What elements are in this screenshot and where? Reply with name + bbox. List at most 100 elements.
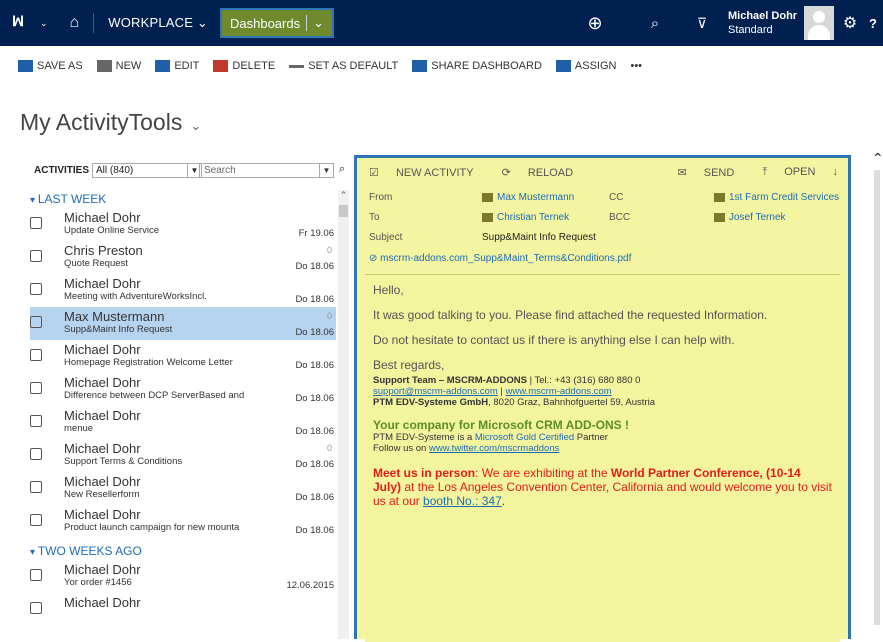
chevron-down-icon: ⌄	[313, 15, 325, 30]
item-name: Michael Dohr	[64, 441, 141, 456]
from-name: Max Mustermann	[497, 192, 575, 203]
reload-button[interactable]: ⟳ RELOAD	[502, 166, 588, 179]
signature-headline: Your company for Microsoft CRM ADD-ONS !	[373, 418, 630, 432]
booth-link[interactable]: booth No.: 347	[423, 494, 502, 508]
list-item[interactable]: Michael Dohr New Resellerform Do 18.06	[30, 472, 336, 505]
new-activity-icon: ☑	[369, 167, 379, 179]
meet-end: .	[501, 494, 506, 508]
list-item[interactable]: Michael Dohr Product launch campaign for …	[30, 505, 336, 538]
item-name: Michael Dohr	[64, 595, 141, 610]
list-scrollbar[interactable]: ⌃	[338, 190, 349, 639]
item-subject: Update Online Service	[64, 225, 160, 236]
two-weeks-items: Michael Dohr Yor order #1456 12.06.2015 Mic…	[30, 560, 336, 626]
cc-label: CC	[609, 192, 624, 203]
signature-address: , 8020 Graz, Bahnhofguertel 59, Austria	[488, 397, 655, 408]
item-name: Michael Dohr	[64, 276, 141, 291]
help-icon[interactable]: ?	[866, 0, 880, 46]
partner-post: Partner	[574, 432, 608, 443]
list-item[interactable]: Michael Dohr Yor order #1456 12.06.2015	[30, 560, 336, 593]
chevron-down-icon[interactable]: ⌄	[40, 18, 48, 29]
item-subject: menue	[64, 423, 94, 434]
item-date: Do 18.06	[295, 492, 334, 503]
activity-type-icon	[30, 569, 42, 581]
search-icon[interactable]: ⌕	[645, 0, 665, 46]
chevron-down-icon: ▼	[319, 164, 333, 177]
activities-label: ACTIVITIES	[34, 165, 90, 176]
item-date: Do 18.06	[295, 294, 334, 305]
signature-separator: |	[497, 386, 506, 397]
new-label: NEW	[115, 60, 142, 72]
share-dashboard-button[interactable]: SHARE DASHBOARD	[412, 60, 542, 72]
gear-icon[interactable]: ⚙	[840, 0, 860, 46]
create-plus-icon[interactable]: ⊕	[583, 0, 607, 46]
attachment-link[interactable]: ⊘ mscrm-addons.com_Supp&Maint_Terms&Cond…	[369, 253, 631, 264]
list-item[interactable]: Michael Dohr Meeting with AdventureWorksI…	[30, 274, 336, 307]
list-item[interactable]: Michael Dohr	[30, 593, 336, 626]
list-item[interactable]: Chris Preston Quote Request Do 18.06 0	[30, 241, 336, 274]
activity-type-icon	[30, 514, 42, 526]
from-value[interactable]: Max Mustermann	[482, 192, 574, 203]
new-button[interactable]: NEW	[96, 60, 142, 72]
list-item[interactable]: Michael Dohr menue Do 18.06	[30, 406, 336, 439]
item-subject: New Resellerform	[64, 489, 140, 500]
home-icon[interactable]: ⌂	[70, 14, 80, 32]
bcc-value[interactable]: Josef Ternek	[714, 212, 786, 223]
item-subject: Difference between DCP ServerBased and	[64, 390, 245, 401]
user-info[interactable]: Michael Dohr Standard	[728, 9, 797, 37]
list-item[interactable]: Michael Dohr Update Online Service Fr 19.0…	[30, 208, 336, 241]
save-as-icon	[18, 60, 33, 72]
attachment-count: 0	[326, 443, 332, 453]
signature-tel: | Tel.: +43 (316) 680 880 0	[526, 375, 641, 386]
set-default-button[interactable]: SET AS DEFAULT	[289, 60, 398, 72]
more-commands-button[interactable]: •••	[630, 60, 642, 72]
signature-web-link[interactable]: www.mscrm-addons.com	[506, 386, 612, 397]
send-button[interactable]: ✉ SEND	[663, 166, 734, 179]
open-label: OPEN	[784, 166, 816, 178]
delete-button[interactable]: DELETE	[213, 60, 275, 72]
list-item[interactable]: Michael Dohr Homepage Registration Welcom…	[30, 340, 336, 373]
edit-button[interactable]: EDIT	[155, 60, 199, 72]
pin-icon	[289, 64, 305, 68]
to-value[interactable]: Christian Ternek	[482, 212, 569, 223]
attachment-count: 0	[326, 245, 332, 255]
list-item[interactable]: Michael Dohr Support Terms & Conditions Do…	[30, 439, 336, 472]
scroll-thumb[interactable]	[874, 170, 880, 625]
advanced-find-icon[interactable]: ⊽	[692, 0, 712, 46]
scroll-up-icon[interactable]: ⌃	[872, 150, 883, 167]
page-scrollbar[interactable]: ⌃	[872, 150, 883, 639]
search-input[interactable]: Search ▼	[199, 163, 334, 178]
cc-value[interactable]: 1st Farm Credit Services	[714, 192, 839, 203]
partner-cert: Microsoft Gold Certified	[474, 432, 575, 443]
item-date: Do 18.06	[295, 426, 334, 437]
dynamics-logo-icon[interactable]: ꟽ	[12, 13, 36, 33]
item-subject: Supp&Maint Info Request	[64, 324, 173, 335]
share-label: SHARE DASHBOARD	[431, 60, 542, 72]
twitter-link[interactable]: www.twitter.com/mscrmaddons	[429, 443, 559, 454]
top-nav-bar: ꟽ ⌄ ⌂ WORKPLACE ⌄ Dashboards ⌄ ⊕ ⌕ ⊽ Mic…	[0, 0, 883, 46]
list-item[interactable]: Max Mustermann Supp&Maint Info Request Do …	[30, 307, 336, 340]
signature-email-link[interactable]: support@mscrm-addons.com	[373, 386, 498, 397]
activities-list: LAST WEEK Michael DohrUpdate Online Serv…	[30, 190, 336, 626]
conference-name: World Partner Conference,	[610, 466, 763, 480]
workplace-menu[interactable]: WORKPLACE ⌄	[108, 15, 208, 31]
list-item[interactable]: Michael Dohr Difference between DCP Serve…	[30, 373, 336, 406]
scroll-up-icon[interactable]: ⌃	[338, 190, 349, 201]
section-last-week[interactable]: LAST WEEK	[30, 190, 336, 208]
avatar[interactable]	[804, 6, 834, 40]
page-title[interactable]: My ActivityTools ⌄	[20, 109, 201, 136]
send-label: SEND	[703, 167, 735, 179]
meet-heading: Meet us in person	[373, 466, 476, 480]
edit-label: EDIT	[174, 60, 200, 72]
assign-button[interactable]: ASSIGN	[555, 60, 616, 72]
search-icon[interactable]: ⌕	[339, 163, 345, 176]
activities-view-select[interactable]: All (840) ▼	[92, 163, 203, 178]
save-as-button[interactable]: SAVE AS	[18, 60, 83, 72]
activity-type-icon	[30, 316, 42, 328]
section-two-weeks-ago[interactable]: TWO WEEKS AGO	[30, 542, 336, 560]
email-preview-pane: ☑ NEW ACTIVITY ⟳ RELOAD ✉ SEND ⤒ OPEN ↓ …	[354, 155, 851, 642]
dashboards-menu[interactable]: Dashboards ⌄	[220, 8, 335, 38]
scroll-thumb[interactable]	[339, 205, 348, 217]
open-button[interactable]: ⤒ OPEN ↓	[748, 166, 838, 179]
activity-type-icon	[30, 217, 42, 229]
new-activity-button[interactable]: ☑ NEW ACTIVITY	[369, 166, 488, 179]
